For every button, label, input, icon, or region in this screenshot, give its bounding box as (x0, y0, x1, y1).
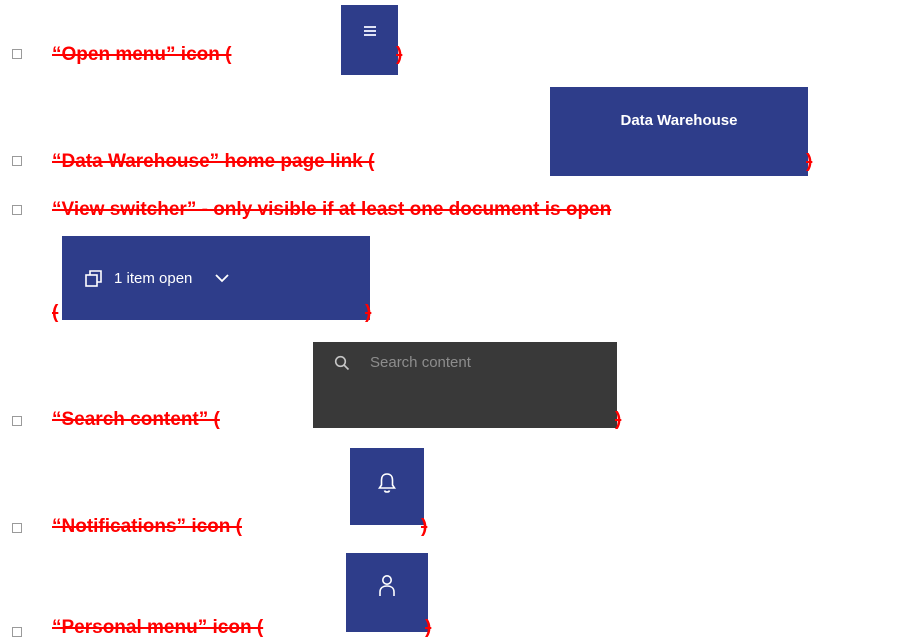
item-data-warehouse-label: “Data Warehouse” home page link ( (52, 151, 375, 172)
item-view-switcher-label: “View switcher” - only visible if at lea… (52, 199, 612, 220)
item-notifications-close: ) (421, 516, 428, 537)
list-bullet (12, 416, 22, 426)
item-notifications-label: “Notifications” icon ( (52, 516, 242, 537)
data-warehouse-text: Data Warehouse (620, 112, 738, 129)
data-warehouse-home-link[interactable]: Data Warehouse (550, 87, 808, 176)
item-view-switcher-open: ( (52, 302, 59, 323)
list-bullet (12, 205, 22, 215)
search-placeholder: Search content (370, 354, 471, 371)
list-bullet (12, 49, 22, 59)
item-view-switcher-close: ) (365, 302, 372, 323)
personal-menu-button[interactable] (346, 553, 428, 632)
item-search-content-close: ) (615, 409, 622, 430)
item-personal-menu-close: ) (425, 617, 432, 638)
user-icon (379, 574, 395, 596)
item-data-warehouse-close: ) (806, 151, 813, 172)
list-bullet (12, 523, 22, 533)
bell-icon (378, 472, 396, 493)
item-open-menu-label: “Open menu” icon ( (52, 44, 232, 65)
search-icon (334, 355, 350, 370)
item-open-menu-close: ) (396, 44, 403, 65)
list-bullet (12, 627, 22, 637)
item-search-content-label: “Search content” ( (52, 409, 220, 430)
item-personal-menu-label: “Personal menu” icon ( (52, 617, 264, 638)
open-menu-button[interactable] (341, 5, 398, 75)
window-switcher-icon (85, 270, 102, 287)
view-switcher-label: 1 item open (114, 269, 193, 287)
hamburger-icon (363, 26, 376, 36)
notifications-button[interactable] (350, 448, 424, 525)
chevron-down-icon (215, 274, 230, 283)
search-content-field[interactable]: Search content (313, 342, 617, 428)
view-switcher[interactable]: 1 item open (62, 236, 370, 320)
list-bullet (12, 156, 22, 166)
